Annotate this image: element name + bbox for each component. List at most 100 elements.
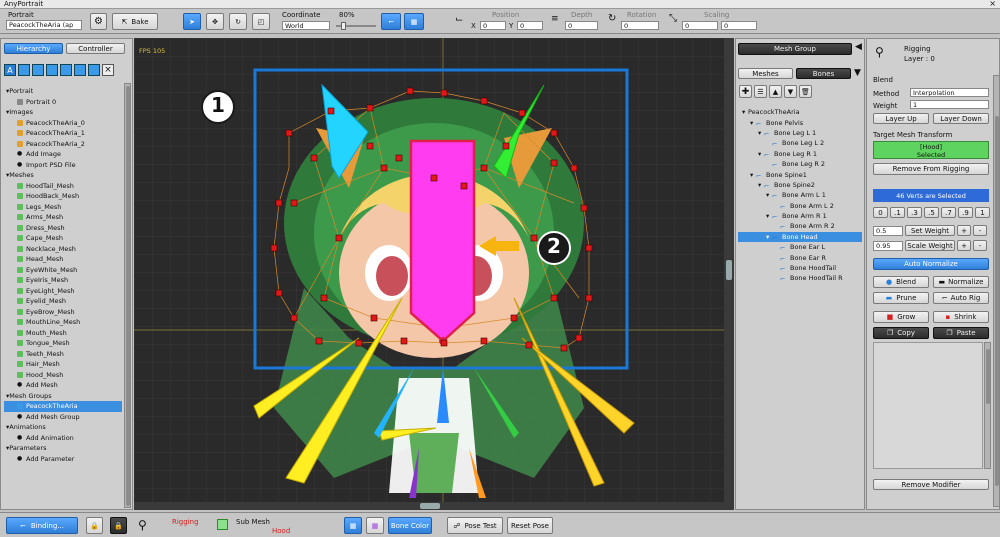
mesh-vertex[interactable] xyxy=(570,164,578,172)
prune-button[interactable]: ▬ Prune xyxy=(873,292,929,304)
mesh-vertex[interactable] xyxy=(480,337,488,345)
tree-item[interactable]: Teeth_Mesh xyxy=(4,349,122,360)
mesh-vertex[interactable] xyxy=(480,164,488,172)
pose-test-button[interactable]: ☍ Pose Test xyxy=(447,517,503,534)
tree-item[interactable]: Hood_Mesh xyxy=(4,370,122,381)
tree-item[interactable]: PeacockTheAria xyxy=(4,401,122,412)
weight-preset-button[interactable]: 1 xyxy=(975,207,990,218)
portrait-select[interactable]: PeacockTheAria (ap xyxy=(6,20,82,30)
bone-item[interactable]: ⌐ Bone Arm R 2 xyxy=(738,221,862,231)
paste-button[interactable]: ❐ Paste xyxy=(933,327,989,339)
select-tool-button[interactable]: ➤ xyxy=(183,13,201,30)
tree-item[interactable]: Hair_Mesh xyxy=(4,359,122,370)
auto-rig-button[interactable]: ⌐ Auto Rig xyxy=(933,292,989,304)
pos-y-field[interactable]: 0 xyxy=(517,21,543,30)
layer-up-button[interactable]: Layer Up xyxy=(873,113,929,124)
mesh-vertex[interactable] xyxy=(550,129,558,137)
weight-list-scrollbar[interactable] xyxy=(984,342,991,469)
reset-pose-button[interactable]: Reset Pose xyxy=(507,517,553,534)
bone-item[interactable]: ▾ ⌐ Bone Pelvis xyxy=(738,117,862,128)
bone-item[interactable]: ⌐ Bone HoodTail R xyxy=(738,273,862,283)
coordinate-select[interactable]: World xyxy=(282,21,330,30)
bone-item[interactable]: ▾ ⌐ Bone Spine2 xyxy=(738,180,862,190)
mesh-vertex[interactable] xyxy=(310,154,318,162)
bone-layer-button[interactable]: ☰ xyxy=(754,85,767,98)
move-tool-button[interactable]: ✥ xyxy=(206,13,224,30)
mesh-vertex[interactable] xyxy=(550,294,558,302)
tree-item[interactable]: PeacockTheAria_0 xyxy=(4,118,122,129)
tree-item[interactable]: EyeWhite_Mesh xyxy=(4,265,122,276)
filter-all-icon[interactable]: A xyxy=(4,64,16,76)
tree-item[interactable]: Head_Mesh xyxy=(4,254,122,265)
tree-group-header[interactable]: ▾ Mesh Groups xyxy=(4,391,122,402)
mesh-vertex[interactable] xyxy=(550,159,558,167)
weight-list-scroll-thumb[interactable] xyxy=(986,349,990,404)
close-icon[interactable]: × xyxy=(989,0,996,8)
tree-item[interactable]: Tongue_Mesh xyxy=(4,338,122,349)
tree-item[interactable]: Mouth_Mesh xyxy=(4,328,122,339)
tree-group-header[interactable]: ▾ Animations xyxy=(4,422,122,433)
rotation-field[interactable]: 0 xyxy=(621,21,659,30)
tree-item[interactable]: HoodTail_Mesh xyxy=(4,181,122,192)
mesh-vertex[interactable] xyxy=(400,337,408,345)
mesh-vertex[interactable] xyxy=(270,244,278,252)
tree-item[interactable]: EyeBrow_Mesh xyxy=(4,307,122,318)
bone-item[interactable]: ⌐ Bone Ear L xyxy=(738,242,862,252)
mesh-vertex[interactable] xyxy=(510,314,518,322)
tree-item[interactable]: Dress_Mesh xyxy=(4,223,122,234)
bone-item[interactable]: ▾ ⌐ Bone Leg R 1 xyxy=(738,149,862,159)
tree-item[interactable]: EyeIris_Mesh xyxy=(4,275,122,286)
scale-tool-button[interactable]: ◰ xyxy=(252,13,270,30)
tree-item[interactable]: Eyelid_Mesh xyxy=(4,296,122,307)
mesh-vertex[interactable] xyxy=(285,129,293,137)
mesh-vertex[interactable] xyxy=(518,109,526,117)
tree-group-header[interactable]: ▾ Images xyxy=(4,107,122,118)
viewport[interactable]: FPS 105 1 2 xyxy=(134,38,730,510)
mesh-vertex[interactable] xyxy=(480,97,488,105)
scale-weight-plus-button[interactable]: + xyxy=(957,240,971,251)
filter-param-icon[interactable] xyxy=(88,64,100,76)
mesh-vertex[interactable] xyxy=(502,142,510,150)
tree-add-item[interactable]: ● Add Animation xyxy=(4,433,122,444)
tree-item[interactable]: Legs_Mesh xyxy=(4,202,122,213)
mesh-vertex[interactable] xyxy=(560,344,568,352)
tree-add-item[interactable]: ● Import PSD File xyxy=(4,160,122,171)
scale-weight-button[interactable]: Scale Weight xyxy=(905,240,955,251)
bone-item[interactable]: ▾ ⌐ Bone Leg L 1 xyxy=(738,128,862,138)
mesh-vertex[interactable] xyxy=(275,199,283,207)
set-weight-field[interactable]: 0.5 xyxy=(873,226,903,236)
tab-bones[interactable]: Bones xyxy=(796,68,851,79)
scale-y-field[interactable]: 0 xyxy=(721,21,757,30)
blend-button[interactable]: ● Blend xyxy=(873,276,929,288)
bone-item[interactable]: ⌐ Bone Leg R 2 xyxy=(738,159,862,169)
mesh-vertex[interactable] xyxy=(315,337,323,345)
bone-item[interactable]: ▾ ⌐ Bone Head xyxy=(738,231,862,243)
mesh-color-toggle[interactable]: ▦ xyxy=(366,517,384,534)
tree-add-item[interactable]: ● Add Mesh Group xyxy=(4,412,122,423)
remove-from-rigging-button[interactable]: Remove From Rigging xyxy=(873,163,989,175)
mesh-vertex[interactable] xyxy=(290,199,298,207)
bone-item[interactable]: ⌐ Bone HoodTail xyxy=(738,263,862,273)
tree-item[interactable]: Arms_Mesh xyxy=(4,212,122,223)
move-down-button[interactable]: ▼ xyxy=(784,85,797,98)
tab-hierarchy[interactable]: Hierarchy xyxy=(4,43,63,54)
settings-button[interactable]: ⚙ xyxy=(90,13,107,30)
method-select[interactable]: Interpolation xyxy=(910,88,989,97)
viewport-hscroll[interactable] xyxy=(134,502,730,510)
auto-normalize-button[interactable]: Auto Normalize xyxy=(873,258,989,270)
mesh-vertex[interactable] xyxy=(335,234,343,242)
tree-item[interactable]: Portrait 0 xyxy=(4,97,122,108)
collapse-icon[interactable]: ◀ xyxy=(855,42,862,52)
mesh-vertex[interactable] xyxy=(440,89,448,97)
hierarchy-scrollbar[interactable] xyxy=(124,83,131,508)
bone-root-item[interactable]: ▾ PeacockTheAria xyxy=(738,107,862,117)
mesh-vertex[interactable] xyxy=(370,314,378,322)
mesh-vertex[interactable] xyxy=(320,294,328,302)
tree-group-header[interactable]: ▾ Portrait xyxy=(4,86,122,97)
mesh-vertex[interactable] xyxy=(366,142,374,150)
mesh-vertex[interactable] xyxy=(525,341,533,349)
bone-item[interactable]: ⌐ Bone Leg L 2 xyxy=(738,138,862,148)
move-up-button[interactable]: ▲ xyxy=(769,85,782,98)
filter-portrait-icon[interactable] xyxy=(18,64,30,76)
tree-item[interactable]: HoodBack_Mesh xyxy=(4,191,122,202)
